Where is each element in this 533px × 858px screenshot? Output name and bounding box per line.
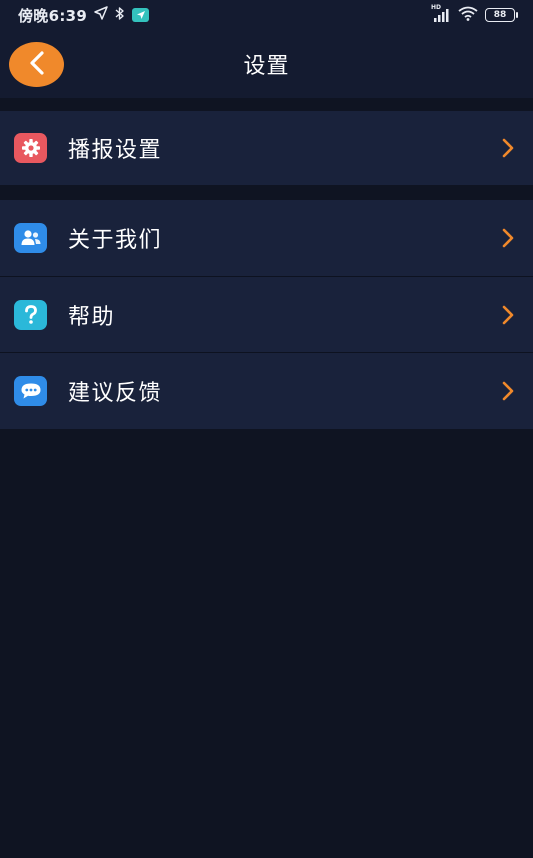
status-time: 傍晚6:39 — [18, 6, 88, 25]
network-label: HD — [431, 4, 442, 11]
menu-item-label: 建议反馈 — [68, 380, 163, 406]
menu-item-label: 播报设置 — [68, 138, 163, 163]
menu-item-label: 帮助 — [68, 304, 116, 330]
status-left: 傍晚6:39 — [18, 5, 150, 26]
status-bar: 傍晚6:39 HD 88 — [0, 0, 533, 30]
question-icon — [14, 299, 47, 330]
chevron-left-icon — [29, 50, 45, 79]
chevron-right-icon — [501, 137, 515, 159]
wifi-icon — [458, 6, 478, 25]
signal-icon: HD — [431, 4, 451, 22]
top-nav-bar: 设置 — [0, 30, 533, 98]
settings-screen: 傍晚6:39 HD 88 设置 播报设置 关于我们 帮助 建议反馈 — [0, 0, 533, 858]
menu-item-label: 关于我们 — [68, 228, 163, 253]
app-notification-icon — [132, 8, 150, 22]
settings-group-broadcast: 播报设置 — [0, 111, 533, 185]
chevron-right-icon — [501, 380, 515, 402]
menu-item-feedback[interactable]: 建议反馈 — [0, 352, 533, 428]
menu-item-about-us[interactable]: 关于我们 — [0, 200, 533, 276]
menu-item-broadcast-settings[interactable]: 播报设置 — [0, 111, 533, 185]
menu-item-help[interactable]: 帮助 — [0, 276, 533, 352]
bluetooth-icon — [115, 6, 125, 25]
battery-icon: 88 — [485, 8, 518, 22]
chat-bubble-icon — [14, 375, 47, 406]
settings-group-info: 关于我们 帮助 建议反馈 — [0, 200, 533, 429]
back-button[interactable] — [9, 42, 64, 87]
chevron-right-icon — [501, 304, 515, 326]
battery-level: 88 — [493, 10, 507, 20]
gear-icon — [14, 133, 47, 163]
people-icon — [14, 223, 47, 253]
status-right: HD 88 — [431, 4, 518, 25]
chevron-right-icon — [501, 227, 515, 249]
location-arrow-icon — [94, 6, 108, 24]
page-title: 设置 — [243, 54, 290, 79]
